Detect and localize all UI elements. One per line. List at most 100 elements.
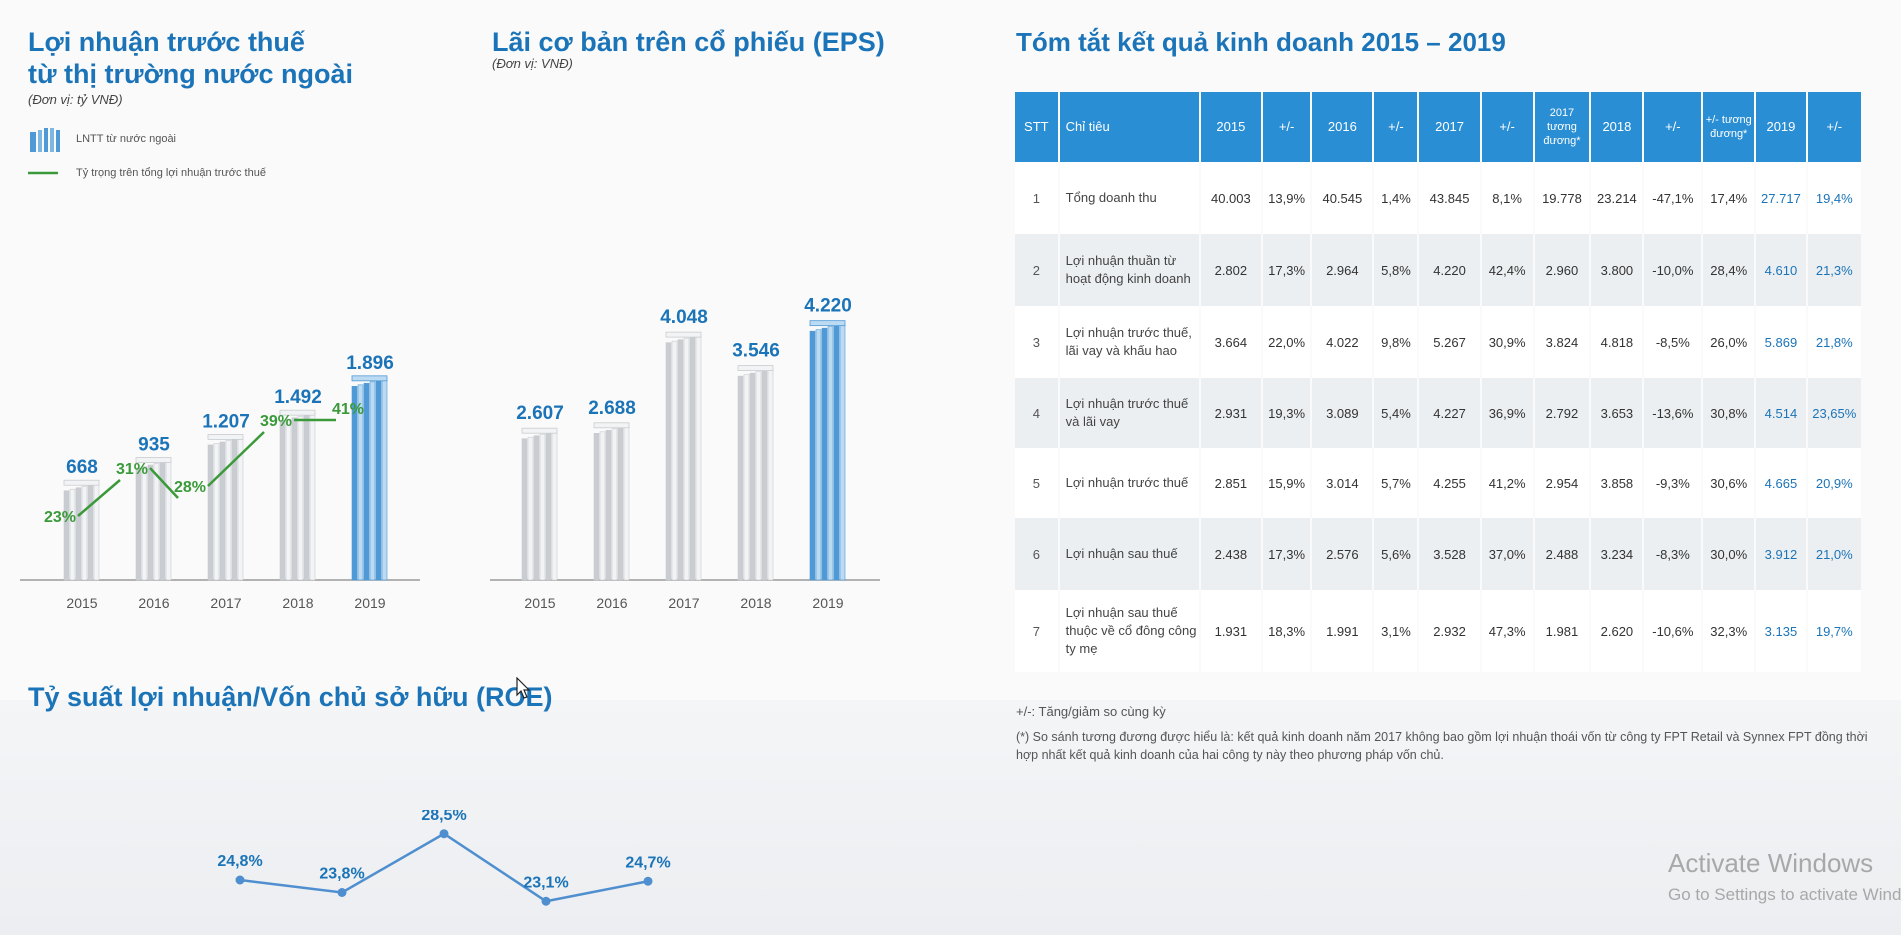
roe-point-2017 <box>439 829 449 839</box>
value-cell: -10,0% <box>1644 234 1702 306</box>
eps-chart-title: Lãi cơ bản trên cổ phiếu (EPS) <box>492 27 885 57</box>
row-label-cell: Lợi nhuận sau thuế thuộc về cổ đông công… <box>1059 590 1199 672</box>
value-cell: 19,3% <box>1263 378 1311 448</box>
value-cell: 3.912 <box>1756 518 1806 590</box>
table-header-cell: 2017 <box>1419 92 1480 162</box>
value-cell: 30,8% <box>1703 378 1755 448</box>
roe-chart-title: Tỷ suất lợi nhuận/Vốn chủ sở hữu (ROE) <box>28 682 553 712</box>
value-cell: 2.964 <box>1312 234 1373 306</box>
table-header-cell: 2016 <box>1312 92 1373 162</box>
roe-point-2019 <box>643 876 653 886</box>
value-cell: 1.931 <box>1200 590 1261 672</box>
table-header-cell: STT <box>1015 92 1058 162</box>
value-cell: 42,4% <box>1481 234 1533 306</box>
value-cell: 1.991 <box>1312 590 1373 672</box>
eps-x-tick-2016: 2016 <box>596 595 627 611</box>
roe-value-label-2018: 23,1% <box>523 874 568 891</box>
value-cell: 2.802 <box>1200 234 1261 306</box>
value-cell: 23,65% <box>1807 378 1861 448</box>
value-cell: 40.545 <box>1312 162 1373 234</box>
row-label-cell: Lợi nhuận thuần từ hoạt động kinh doanh <box>1059 234 1199 306</box>
value-cell: 4.610 <box>1756 234 1806 306</box>
eps-x-tick-2015: 2015 <box>524 595 555 611</box>
table-footnote: (*) So sánh tương đương được hiểu là: kế… <box>1016 730 1868 762</box>
row-number-cell: 4 <box>1015 378 1058 448</box>
value-cell: 19,7% <box>1807 590 1861 672</box>
eps-bar-2018 <box>737 365 774 581</box>
table-row: 6 Lợi nhuận sau thuế 2.438 17,3% 2.576 5,6% 3.… <box>1015 518 1861 590</box>
value-cell: 26,0% <box>1703 306 1755 378</box>
watermark-line1: Activate Windows <box>1668 848 1874 878</box>
value-cell: 4.665 <box>1756 448 1806 518</box>
lntt-share-label-2016: 31% <box>116 461 148 478</box>
lntt-value-label-2016: 935 <box>138 435 170 456</box>
table-header-cell: 2019 <box>1756 92 1806 162</box>
table-header-row: STT Chỉ tiêu 2015 +/- 2016 +/- 2017 +/- 2017 tươ… <box>1015 92 1861 162</box>
lntt-share-label-2019: 41% <box>332 401 364 418</box>
value-cell: 19.778 <box>1534 162 1590 234</box>
value-cell: 2.488 <box>1534 518 1590 590</box>
value-cell: 3.800 <box>1591 234 1643 306</box>
row-label-cell: Lợi nhuận trước thuế, lãi vay và khấu ha… <box>1059 306 1199 378</box>
value-cell: 9,8% <box>1374 306 1418 378</box>
value-cell: 5,7% <box>1374 448 1418 518</box>
table-header-cell: 2018 <box>1591 92 1643 162</box>
value-cell: 13,9% <box>1263 162 1311 234</box>
value-cell: 4.227 <box>1419 378 1480 448</box>
row-number-cell: 2 <box>1015 234 1058 306</box>
eps-bar-2019 <box>809 320 846 581</box>
table-header-cell: 2017 tương đương* <box>1534 92 1590 162</box>
legend-line-label: Tỷ trọng trên tổng lợi nhuận trước thuế <box>76 167 266 179</box>
lntt-x-tick-2019: 2019 <box>354 595 385 611</box>
roe-point-2018 <box>541 896 551 906</box>
table-header-cell: Chỉ tiêu <box>1059 92 1199 162</box>
value-cell: 20,9% <box>1807 448 1861 518</box>
value-cell: 2.931 <box>1200 378 1261 448</box>
eps-bar-2015 <box>521 427 558 581</box>
value-cell: 2.620 <box>1591 590 1643 672</box>
table-row: 4 Lợi nhuận trước thuế và lãi vay 2.931 19,… <box>1015 378 1861 448</box>
value-cell: 3.014 <box>1312 448 1373 518</box>
value-cell: 22,0% <box>1263 306 1311 378</box>
lntt-x-tick-2017: 2017 <box>210 595 241 611</box>
table-header-cell: +/- <box>1644 92 1702 162</box>
row-number-cell: 1 <box>1015 162 1058 234</box>
value-cell: 8,1% <box>1481 162 1533 234</box>
value-cell: 5,4% <box>1374 378 1418 448</box>
value-cell: 3.858 <box>1591 448 1643 518</box>
eps-value-label-2017: 4.048 <box>660 307 708 328</box>
eps-x-tick-2018: 2018 <box>740 595 771 611</box>
value-cell: 43.845 <box>1419 162 1480 234</box>
row-label-cell: Lợi nhuận sau thuế <box>1059 518 1199 590</box>
table-row: 7 Lợi nhuận sau thuế thuộc về cổ đông côn… <box>1015 590 1861 672</box>
value-cell: 4.255 <box>1419 448 1480 518</box>
value-cell: 2.932 <box>1419 590 1480 672</box>
row-label-cell: Lợi nhuận trước thuế <box>1059 448 1199 518</box>
value-cell: 3.824 <box>1534 306 1590 378</box>
table-note-legend: +/-: Tăng/giảm so cùng kỳ <box>1016 704 1166 719</box>
lntt-value-label-2017: 1.207 <box>202 411 250 432</box>
value-cell: 30,9% <box>1481 306 1533 378</box>
value-cell: 17,3% <box>1263 518 1311 590</box>
row-number-cell: 3 <box>1015 306 1058 378</box>
eps-value-label-2016: 2.688 <box>588 398 636 419</box>
table-row: 5 Lợi nhuận trước thuế 2.851 15,9% 3.014 5,7%… <box>1015 448 1861 518</box>
row-number-cell: 5 <box>1015 448 1058 518</box>
value-cell: 21,0% <box>1807 518 1861 590</box>
legend-item-bar: LNTT từ nước ngoài <box>28 126 176 152</box>
value-cell: 32,3% <box>1703 590 1755 672</box>
value-cell: 3.089 <box>1312 378 1373 448</box>
value-cell: 30,6% <box>1703 448 1755 518</box>
value-cell: -13,6% <box>1644 378 1702 448</box>
value-cell: 2.960 <box>1534 234 1590 306</box>
roe-point-2015 <box>235 875 245 885</box>
green-line-legend-icon <box>28 171 58 175</box>
eps-chart: 2.607 2015 2.688 2016 4.048 2017 3.546 2018 4.22… <box>490 296 880 611</box>
table-title: Tóm tắt kết quả kinh doanh 2015 – 2019 <box>1016 27 1506 57</box>
value-cell: 21,3% <box>1807 234 1861 306</box>
value-cell: 28,4% <box>1703 234 1755 306</box>
value-cell: 1,4% <box>1374 162 1418 234</box>
value-cell: 4.514 <box>1756 378 1806 448</box>
lntt-value-label-2018: 1.492 <box>274 387 322 408</box>
value-cell: 3.135 <box>1756 590 1806 672</box>
